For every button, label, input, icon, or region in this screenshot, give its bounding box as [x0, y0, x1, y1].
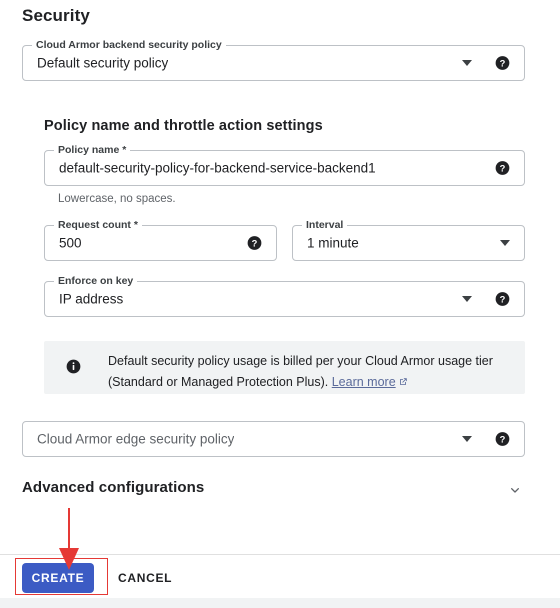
policy-name-helper-text: Lowercase, no spaces.: [58, 193, 176, 205]
interval-value: 1 minute: [307, 235, 359, 251]
security-settings-panel: Security Cloud Armor backend security po…: [0, 0, 560, 608]
help-circle-icon[interactable]: ?: [495, 56, 510, 71]
help-circle-icon[interactable]: ?: [495, 161, 510, 176]
learn-more-link[interactable]: Learn more: [332, 375, 396, 389]
edge-security-policy-placeholder: Cloud Armor edge security policy: [37, 431, 235, 447]
footer-divider: [0, 554, 560, 555]
policy-name-label: Policy name *: [54, 144, 131, 156]
help-circle-icon[interactable]: ?: [495, 292, 510, 307]
create-button[interactable]: CREATE: [22, 563, 94, 593]
request-count-value: 500: [59, 235, 82, 251]
chevron-down-icon[interactable]: [507, 482, 523, 498]
info-circle-icon: [66, 359, 81, 374]
cancel-button[interactable]: CANCEL: [110, 563, 180, 593]
interval-label: Interval: [302, 219, 348, 231]
page-title: Security: [22, 6, 90, 25]
policy-name-value: default-security-policy-for-backend-serv…: [59, 160, 376, 176]
help-circle-icon[interactable]: ?: [247, 236, 262, 251]
billing-info-text: Default security policy usage is billed …: [108, 351, 508, 393]
enforce-on-key-select[interactable]: Enforce on key IP address ?: [44, 275, 525, 317]
chevron-down-icon[interactable]: [462, 60, 472, 66]
bottom-strip: [0, 598, 560, 608]
billing-info-banner: Default security policy usage is billed …: [44, 341, 525, 394]
advanced-configurations-toggle[interactable]: Advanced configurations: [22, 475, 525, 507]
svg-text:?: ?: [500, 58, 506, 68]
billing-info-body: Default security policy usage is billed …: [108, 354, 493, 389]
enforce-on-key-label: Enforce on key: [54, 275, 138, 287]
request-count-label: Request count *: [54, 219, 142, 231]
enforce-on-key-value: IP address: [59, 291, 124, 307]
policy-name-input[interactable]: Policy name * default-security-policy-fo…: [44, 144, 525, 186]
svg-text:?: ?: [500, 434, 506, 444]
throttle-section-title: Policy name and throttle action settings: [44, 118, 323, 134]
advanced-configurations-label: Advanced configurations: [22, 479, 205, 496]
svg-text:?: ?: [252, 238, 258, 248]
chevron-down-icon[interactable]: [462, 436, 472, 442]
chevron-down-icon[interactable]: [500, 240, 510, 246]
interval-select[interactable]: Interval 1 minute: [292, 219, 525, 261]
backend-security-policy-label: Cloud Armor backend security policy: [32, 39, 226, 51]
backend-security-policy-value: Default security policy: [37, 55, 169, 71]
request-count-input[interactable]: Request count * 500 ?: [44, 219, 277, 261]
help-circle-icon[interactable]: ?: [495, 432, 510, 447]
svg-text:?: ?: [500, 163, 506, 173]
svg-text:?: ?: [500, 294, 506, 304]
edge-security-policy-select[interactable]: Cloud Armor edge security policy ?: [22, 421, 525, 457]
chevron-down-icon[interactable]: [462, 296, 472, 302]
open-in-new-icon[interactable]: [398, 373, 408, 385]
backend-security-policy-select[interactable]: Cloud Armor backend security policy Defa…: [22, 39, 525, 81]
